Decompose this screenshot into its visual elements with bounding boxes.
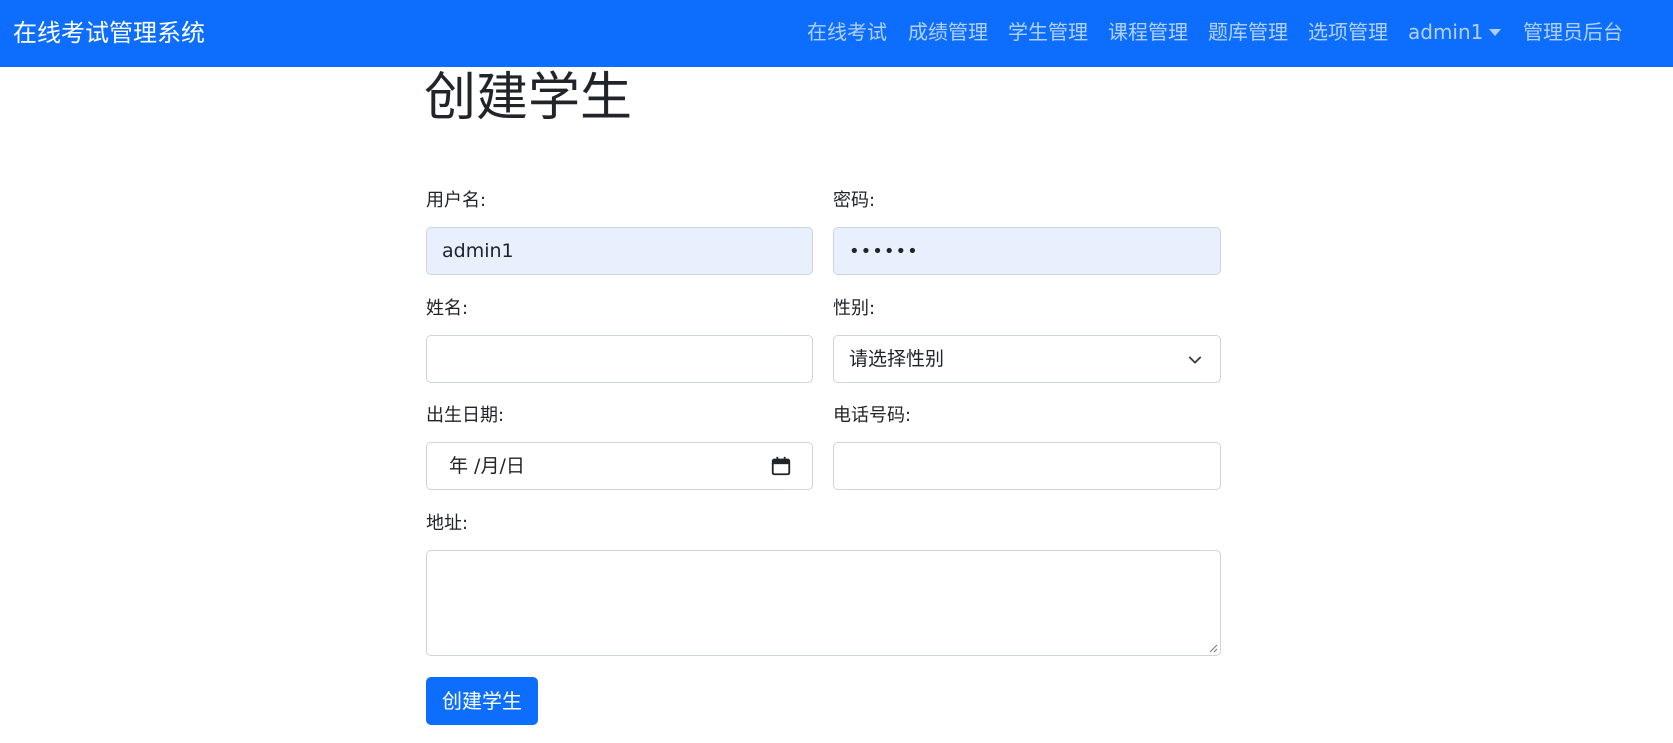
birthdate-label: 出生日期:	[426, 405, 505, 426]
password-value: ••••••	[849, 241, 919, 262]
name-input[interactable]	[426, 335, 813, 383]
username-value: admin1	[442, 240, 514, 262]
nav-option-management[interactable]: 选项管理	[1308, 18, 1388, 46]
password-input[interactable]: ••••••	[833, 227, 1221, 275]
caret-down-icon[interactable]	[1489, 29, 1501, 36]
nav-score-management[interactable]: 成绩管理	[908, 18, 988, 46]
nav-student-management[interactable]: 学生管理	[1008, 18, 1088, 46]
address-textarea[interactable]	[426, 550, 1221, 656]
resize-grip-icon[interactable]	[1208, 643, 1218, 653]
username-label: 用户名:	[426, 190, 487, 211]
birthdate-value: 年 /月/日	[449, 455, 525, 477]
phone-input[interactable]	[833, 442, 1221, 490]
nav-online-exam[interactable]: 在线考试	[807, 18, 887, 46]
top-navbar: 在线考试管理系统 在线考试 成绩管理 学生管理 课程管理 题库管理 选项管理 a…	[0, 0, 1673, 67]
username-input[interactable]: admin1	[426, 227, 813, 275]
nav-question-bank-management[interactable]: 题库管理	[1208, 18, 1288, 46]
create-student-button[interactable]: 创建学生	[426, 677, 538, 725]
chevron-down-icon	[1188, 356, 1202, 364]
phone-label: 电话号码:	[833, 405, 912, 426]
page-title: 创建学生	[424, 68, 633, 128]
gender-selected-value: 请选择性别	[849, 348, 945, 370]
address-label: 地址:	[426, 513, 469, 534]
calendar-icon[interactable]	[770, 455, 792, 477]
nav-course-management[interactable]: 课程管理	[1108, 18, 1188, 46]
birthdate-input[interactable]: 年 /月/日	[426, 442, 813, 490]
navbar-brand[interactable]: 在线考试管理系统	[13, 17, 205, 49]
gender-label: 性别:	[833, 298, 876, 319]
nav-user-dropdown[interactable]: admin1	[1408, 18, 1483, 46]
gender-select[interactable]: 请选择性别	[833, 335, 1221, 383]
name-label: 姓名:	[426, 298, 469, 319]
nav-admin-backend[interactable]: 管理员后台	[1523, 18, 1623, 46]
password-label: 密码:	[833, 190, 876, 211]
